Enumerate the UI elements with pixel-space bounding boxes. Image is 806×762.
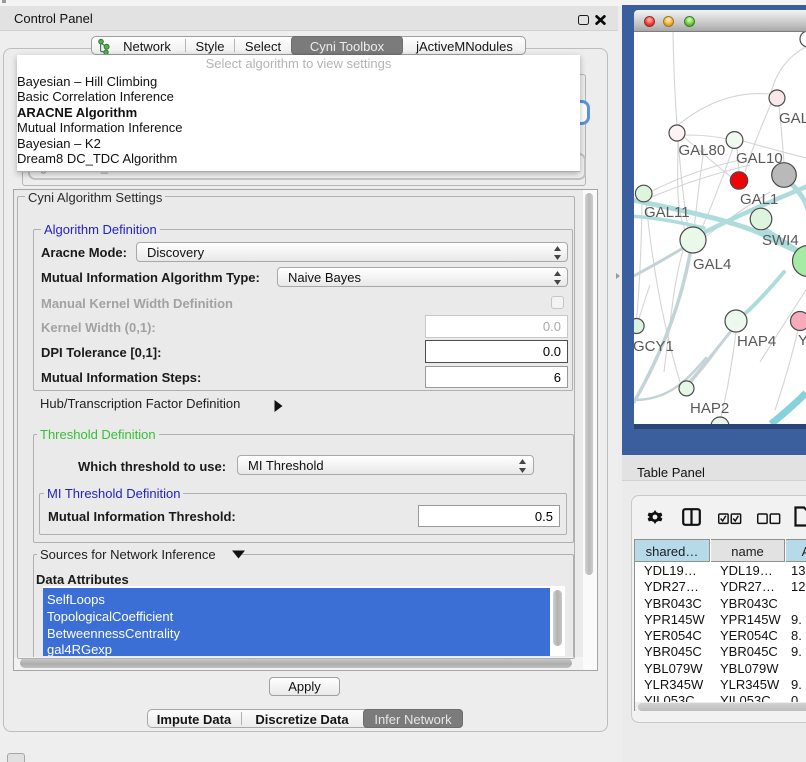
svg-text:GAL10: GAL10 [736,150,783,167]
svg-text:HAP2: HAP2 [690,400,729,417]
svg-text:SWI4: SWI4 [762,232,799,249]
svg-text:GAL80: GAL80 [679,142,726,159]
svg-text:GAL2: GAL2 [779,110,806,127]
svg-text:GAL4: GAL4 [693,256,731,273]
svg-text:GAL1: GAL1 [740,191,778,208]
svg-text:GAL11: GAL11 [644,204,690,221]
svg-text:HAP4: HAP4 [737,333,776,350]
svg-text:GCY1: GCY1 [634,338,674,355]
svg-text:YJR: YJR [798,332,806,349]
